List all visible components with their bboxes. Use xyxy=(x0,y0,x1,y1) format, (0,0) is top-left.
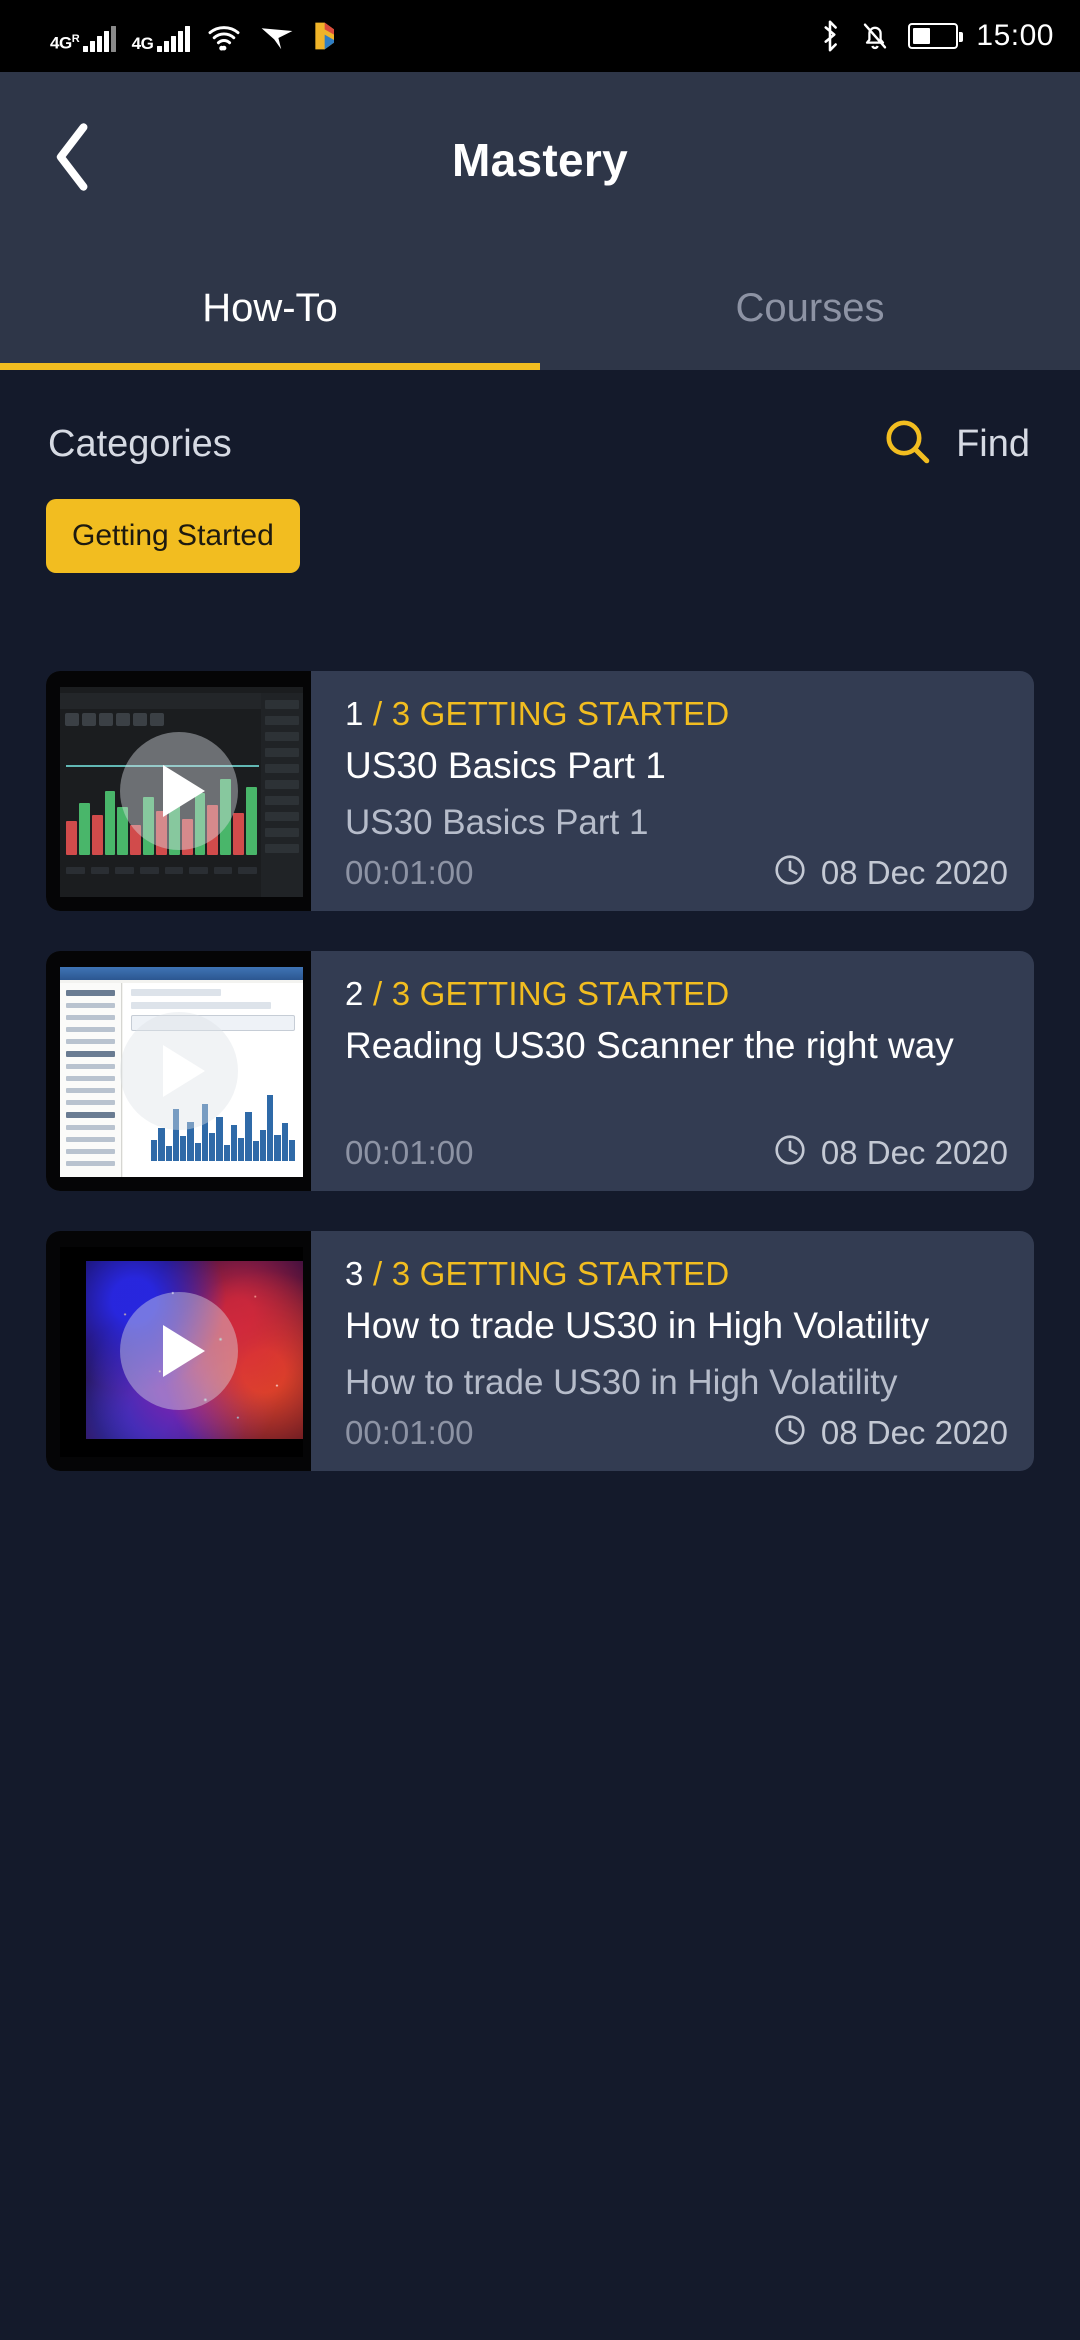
video-title: Reading US30 Scanner the right way xyxy=(345,1025,954,1066)
content-area: Categories Find Getting Started 1 / 3 GE… xyxy=(0,370,1080,2340)
video-list-item[interactable]: 2 / 3 GETTING STARTED Reading US30 Scann… xyxy=(46,951,1034,1191)
video-footer: 00:01:00 08 Dec 2020 xyxy=(345,853,1008,892)
video-footer: 00:01:00 08 Dec 2020 xyxy=(345,1413,1008,1452)
video-thumbnail[interactable] xyxy=(46,951,311,1191)
video-eyebrow: 1 / 3 GETTING STARTED xyxy=(345,695,1008,733)
battery-icon xyxy=(908,23,964,49)
video-list: 1 / 3 GETTING STARTED US30 Basics Part 1… xyxy=(0,671,1080,1471)
video-index: 2 xyxy=(345,975,364,1012)
tab-how-to[interactable]: How-To xyxy=(0,247,540,370)
clock-icon xyxy=(773,853,807,892)
video-meta: 2 / 3 GETTING STARTED Reading US30 Scann… xyxy=(311,951,1034,1191)
video-eyebrow: 3 / 3 GETTING STARTED xyxy=(345,1255,1008,1293)
video-list-item[interactable]: 1 / 3 GETTING STARTED US30 Basics Part 1… xyxy=(46,671,1034,911)
video-list-item[interactable]: 3 / 3 GETTING STARTED How to trade US30 … xyxy=(46,1231,1034,1471)
status-bar: 4GR 4G 15:00 xyxy=(0,0,1080,72)
video-title: US30 Basics Part 1 xyxy=(345,745,666,786)
tab-bar: How-To Courses xyxy=(0,247,1080,370)
network-type-2-label: 4G xyxy=(131,34,154,53)
video-total: 3 xyxy=(391,975,411,1012)
video-eyebrow: 2 / 3 GETTING STARTED xyxy=(345,975,1008,1013)
find-button[interactable]: Find xyxy=(882,416,1030,473)
page-title: Mastery xyxy=(452,133,628,186)
clock-icon xyxy=(773,1133,807,1172)
search-icon xyxy=(882,416,934,473)
video-thumbnail[interactable] xyxy=(46,1231,311,1471)
video-index: 3 xyxy=(345,1255,364,1292)
roaming-label: R xyxy=(71,33,80,46)
video-title: How to trade US30 in High Volatility xyxy=(345,1305,930,1346)
app-icon xyxy=(312,20,340,52)
video-date-wrap: 08 Dec 2020 xyxy=(773,853,1008,892)
video-meta: 3 / 3 GETTING STARTED How to trade US30 … xyxy=(311,1231,1034,1471)
chevron-left-icon xyxy=(51,122,95,197)
category-chip-row: Getting Started xyxy=(0,473,1080,573)
bluetooth-icon xyxy=(818,19,842,53)
video-date-wrap: 08 Dec 2020 xyxy=(773,1133,1008,1172)
tab-courses[interactable]: Courses xyxy=(540,247,1080,370)
find-label: Find xyxy=(956,423,1030,465)
video-date: 08 Dec 2020 xyxy=(820,1413,1008,1451)
video-date-wrap: 08 Dec 2020 xyxy=(773,1413,1008,1452)
categories-row: Categories Find xyxy=(0,370,1080,473)
video-subtitle xyxy=(345,1083,1008,1123)
network-type-1-label: 4G xyxy=(50,34,72,53)
video-index-separator: / xyxy=(372,975,383,1012)
video-index: 1 xyxy=(345,695,364,732)
status-bar-left: 4GR 4G xyxy=(50,20,340,52)
video-category: GETTING STARTED xyxy=(419,975,730,1012)
video-subtitle: US30 Basics Part 1 xyxy=(345,803,649,842)
vpn-icon xyxy=(258,24,296,52)
video-category: GETTING STARTED xyxy=(419,1255,730,1292)
back-button[interactable] xyxy=(18,105,128,215)
status-bar-clock: 15:00 xyxy=(976,19,1054,52)
video-total: 3 xyxy=(391,1255,411,1292)
play-icon[interactable] xyxy=(119,732,238,850)
clock-icon xyxy=(773,1413,807,1452)
video-duration: 00:01:00 xyxy=(345,1413,474,1451)
signal-icon: 4GR xyxy=(50,26,116,52)
video-index-separator: / xyxy=(372,695,383,732)
app-header: Mastery xyxy=(0,72,1080,247)
signal-icon-2: 4G xyxy=(132,26,190,52)
video-duration: 00:01:00 xyxy=(345,1133,474,1171)
wifi-icon xyxy=(206,24,242,52)
video-index-separator: / xyxy=(372,1255,383,1292)
video-date: 08 Dec 2020 xyxy=(820,1133,1008,1171)
video-category: GETTING STARTED xyxy=(419,695,730,732)
video-meta: 1 / 3 GETTING STARTED US30 Basics Part 1… xyxy=(311,671,1034,911)
video-thumbnail[interactable] xyxy=(46,671,311,911)
categories-title: Categories xyxy=(48,423,232,465)
notifications-muted-icon xyxy=(860,20,890,52)
video-total: 3 xyxy=(391,695,411,732)
play-icon[interactable] xyxy=(119,1292,238,1410)
video-duration: 00:01:00 xyxy=(345,853,474,891)
video-subtitle: How to trade US30 in High Volatility xyxy=(345,1363,898,1402)
category-chip-getting-started[interactable]: Getting Started xyxy=(46,499,300,573)
video-date: 08 Dec 2020 xyxy=(820,853,1008,891)
video-footer: 00:01:00 08 Dec 2020 xyxy=(345,1133,1008,1172)
status-bar-right: 15:00 xyxy=(818,19,1054,53)
play-icon[interactable] xyxy=(119,1012,238,1130)
